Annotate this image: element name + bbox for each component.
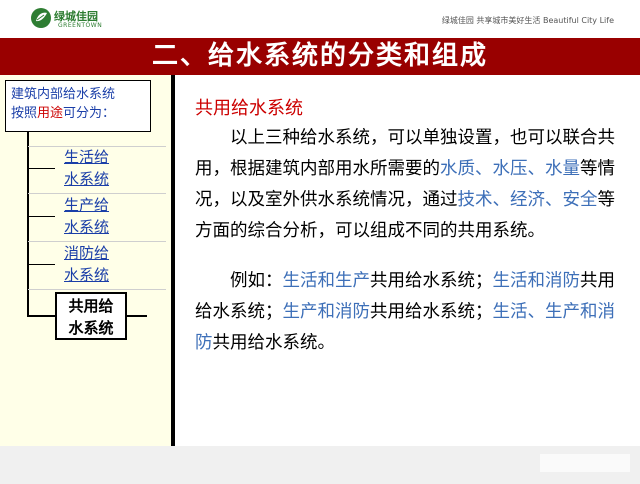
logo-english-text: GREENTOWN	[58, 22, 103, 29]
sidebar-item-shared[interactable]: 共用给 水系统	[55, 292, 127, 340]
item-label: 生产给	[64, 196, 110, 214]
separator	[28, 289, 166, 290]
intro-text: 按照	[11, 106, 38, 121]
item-label: 生活给	[64, 148, 110, 166]
tree-branch	[27, 315, 55, 317]
logo: 绿城佳园 GREENTOWN	[30, 7, 103, 35]
bottom-box	[540, 454, 630, 472]
tree-branch	[27, 216, 55, 217]
text: 例如：	[230, 271, 283, 291]
intro-line-2: 按照用途可分为：	[11, 104, 150, 123]
intro-highlight: 用途	[37, 106, 64, 121]
intro-line-1: 建筑内部给水系统	[11, 87, 116, 102]
leaf-logo-icon	[31, 8, 51, 28]
tree-branch	[27, 264, 55, 265]
sidebar-item-production[interactable]: 生产给 水系统	[64, 194, 109, 238]
tree-branch	[127, 315, 147, 317]
item-label: 共用给	[68, 297, 114, 315]
vertical-divider	[171, 75, 175, 446]
highlight: 生活和消防	[492, 271, 581, 291]
title-bar: 二、给水系统的分类和组成	[0, 38, 640, 75]
item-label: 水系统	[68, 319, 114, 337]
text: 共用给水系统。	[212, 333, 336, 353]
tree-branch	[27, 168, 55, 169]
item-label: 水系统	[64, 218, 110, 236]
intro-box: 建筑内部给水系统 按照用途可分为：	[5, 80, 151, 132]
item-label: 水系统	[64, 266, 110, 284]
highlight: 生产和消防	[282, 302, 371, 322]
header-tagline: 绿城佳园 共享城市美好生活 Beautiful City Life	[441, 16, 614, 25]
sidebar-item-fire[interactable]: 消防给 水系统	[64, 242, 109, 286]
main-content: 共用给水系统 以上三种给水系统，可以单独设置，也可以联合共用，根据建筑内部用水所…	[195, 97, 615, 359]
paragraph-1: 以上三种给水系统，可以单独设置，也可以联合共用，根据建筑内部用水所需要的水质、水…	[195, 123, 615, 247]
paragraph-2: 例如：生活和生产共用给水系统；生活和消防共用给水系统；生产和消防共用给水系统；生…	[195, 266, 615, 359]
highlight: 水质、水压、水量	[440, 159, 580, 179]
intro-text: 可分为：	[63, 106, 116, 121]
highlight: 技术、经济、安全	[457, 190, 598, 210]
section-subtitle: 共用给水系统	[195, 98, 303, 119]
text: 共用给水系统；	[370, 302, 493, 322]
highlight: 生活和生产	[282, 271, 371, 291]
top-header: 绿城佳园 GREENTOWN 绿城佳园 共享城市美好生活 Beautiful C…	[0, 0, 640, 38]
sidebar-item-domestic[interactable]: 生活给 水系统	[64, 146, 109, 190]
item-label: 消防给	[64, 244, 110, 262]
slide-title: 二、给水系统的分类和组成	[151, 41, 488, 71]
item-label: 水系统	[64, 170, 110, 188]
text: 共用给水系统；	[370, 271, 493, 291]
